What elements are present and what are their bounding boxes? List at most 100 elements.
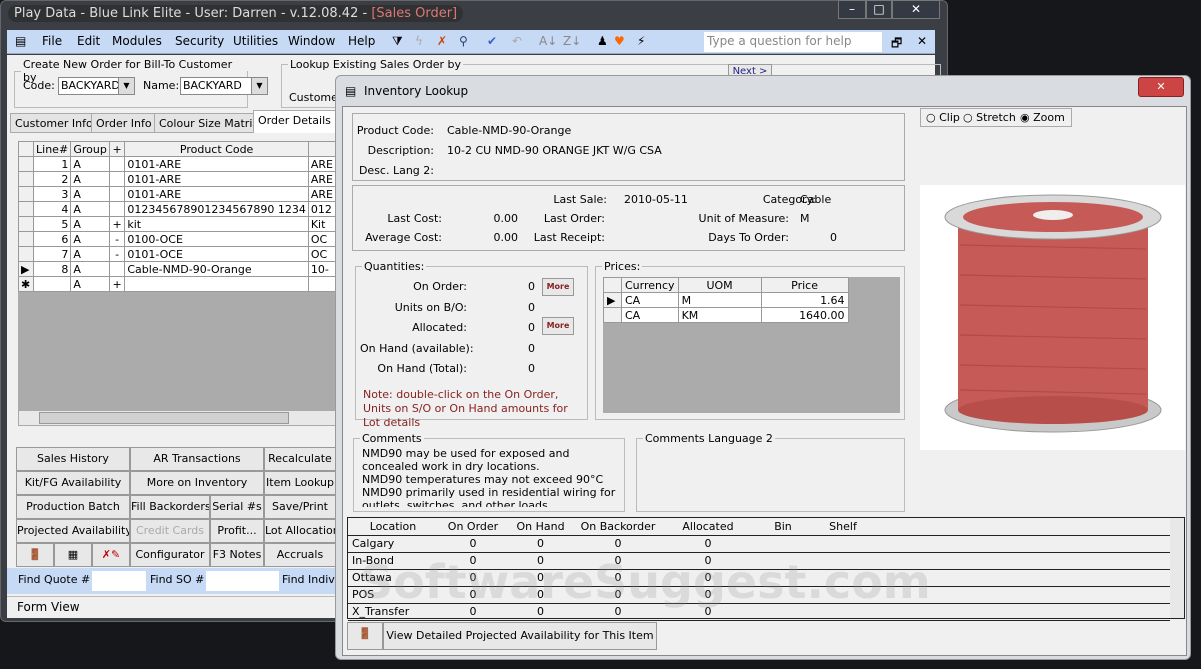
- menu-security[interactable]: Security: [175, 34, 224, 48]
- row-header[interactable]: [18, 156, 34, 172]
- button-kit-fg-availability[interactable]: Kit/FG Availability: [16, 471, 130, 495]
- grid-cell[interactable]: A: [70, 246, 110, 262]
- grid-cell[interactable]: kit: [124, 216, 309, 232]
- runner-icon[interactable]: ⚡: [637, 34, 645, 48]
- price-cell[interactable]: KM: [677, 307, 762, 323]
- quantity-value[interactable]: 0: [528, 342, 535, 355]
- find-quote-input[interactable]: [92, 571, 146, 591]
- column-header[interactable]: On Order: [438, 518, 508, 536]
- name-combo[interactable]: BACKYARD ▼: [180, 77, 268, 95]
- button-fill-backorders[interactable]: Fill Backorders: [130, 495, 210, 519]
- maximize-button[interactable]: □: [866, 0, 892, 19]
- button-profit[interactable]: Profit...: [210, 519, 264, 543]
- row-header[interactable]: [18, 216, 34, 232]
- column-header[interactable]: Shelf: [813, 518, 873, 536]
- locations-grid[interactable]: Location On Order On Hand On Backorder Alloc…: [347, 517, 1185, 621]
- close-child-icon[interactable]: ✕: [917, 34, 927, 48]
- grid-cell[interactable]: A: [70, 156, 110, 172]
- new-record-icon[interactable]: ▦: [54, 543, 92, 567]
- grid-cell[interactable]: A: [70, 276, 110, 292]
- grid-cell[interactable]: A: [70, 186, 110, 202]
- row-header[interactable]: [18, 186, 34, 202]
- button-production-batch[interactable]: Production Batch: [16, 495, 130, 519]
- minimize-button[interactable]: –: [838, 0, 866, 19]
- grid-cell[interactable]: -: [108, 246, 126, 262]
- location-row[interactable]: Ottawa 0 0 0 0: [348, 569, 1170, 587]
- row-header[interactable]: [18, 171, 34, 187]
- grid-cell[interactable]: A: [70, 231, 110, 247]
- table-row[interactable]: ✱ A +: [18, 276, 337, 292]
- row-header[interactable]: ▶: [18, 261, 34, 277]
- spellcheck-icon[interactable]: ✔: [487, 34, 497, 48]
- heart-icon[interactable]: ♥: [614, 34, 625, 48]
- button-item-lookup[interactable]: Item Lookup: [264, 471, 336, 495]
- menu-window[interactable]: Window: [288, 34, 335, 48]
- restore-child-icon[interactable]: 🗗: [891, 34, 902, 55]
- grid-cell[interactable]: 4: [32, 201, 72, 217]
- row-header[interactable]: [603, 307, 622, 323]
- grid-cell[interactable]: 012: [307, 201, 337, 217]
- location-row[interactable]: X_Transfer 0 0 0 0: [348, 603, 1170, 621]
- grid-cell[interactable]: OC: [307, 246, 337, 262]
- vertical-scrollbar[interactable]: [1170, 518, 1184, 618]
- find-so-input[interactable]: [206, 571, 279, 591]
- button-lot-allocation[interactable]: Lot Allocation: [264, 519, 336, 543]
- row-header[interactable]: ▶: [603, 292, 622, 308]
- grid-cell[interactable]: Kit: [307, 216, 337, 232]
- button-credit-cards[interactable]: Credit Cards: [130, 519, 210, 543]
- horizontal-scrollbar[interactable]: [18, 410, 336, 426]
- price-cell[interactable]: 1640.00: [760, 307, 849, 323]
- table-row[interactable]: 3 A 0101-ARE ARE: [18, 186, 337, 202]
- button-serial-s[interactable]: Serial #s: [210, 495, 264, 519]
- grid-cell[interactable]: A: [70, 201, 110, 217]
- grid-cell[interactable]: [108, 201, 126, 217]
- undo-icon[interactable]: ↶: [512, 34, 522, 48]
- grid-cell[interactable]: A: [70, 216, 110, 232]
- person-icon[interactable]: ♟: [597, 34, 608, 48]
- sort-desc-icon[interactable]: Z↓: [563, 34, 581, 48]
- grid-cell[interactable]: 0101-OCE: [124, 246, 309, 262]
- grid-cell[interactable]: [124, 276, 309, 292]
- tab-order-info[interactable]: Order Info: [91, 113, 157, 133]
- tab-customer-info[interactable]: Customer Info: [10, 113, 98, 133]
- help-search-input[interactable]: Type a question for help: [704, 32, 882, 52]
- grid-cell[interactable]: 0100-OCE: [124, 231, 309, 247]
- grid-cell[interactable]: 0101-ARE: [124, 156, 309, 172]
- table-row[interactable]: 7 A -0101-OCE OC: [18, 246, 337, 262]
- allocated-more-button[interactable]: More: [542, 317, 574, 335]
- table-row[interactable]: 6 A -0100-OCE OC: [18, 231, 337, 247]
- column-header[interactable]: Allocated: [663, 518, 753, 536]
- menu-file[interactable]: File: [42, 34, 62, 48]
- grid-cell[interactable]: 6: [32, 231, 72, 247]
- exit-door-icon[interactable]: 🚪: [16, 543, 54, 567]
- menu-help[interactable]: Help: [348, 34, 375, 48]
- radio-clip[interactable]: ○ Clip: [926, 111, 960, 124]
- exit-door-icon[interactable]: 🚪: [347, 622, 383, 650]
- grid-cell[interactable]: 7: [32, 246, 72, 262]
- table-row[interactable]: 1 A 0101-ARE ARE: [18, 156, 337, 172]
- table-row[interactable]: 4 A 012345678901234567890 1234 012: [18, 201, 337, 217]
- column-header[interactable]: Bin: [753, 518, 813, 536]
- location-row[interactable]: POS 0 0 0 0: [348, 586, 1170, 604]
- price-cell[interactable]: CA: [621, 307, 679, 323]
- grid-cell[interactable]: A: [70, 171, 110, 187]
- grid-cell[interactable]: 0101-ARE: [124, 171, 309, 187]
- delete-edit-icon[interactable]: ✗✎: [92, 543, 130, 567]
- grid-cell[interactable]: 3: [32, 186, 72, 202]
- on-order-more-button[interactable]: More: [542, 278, 574, 296]
- filter-apply-icon[interactable]: ϟ: [415, 34, 423, 48]
- comments-text[interactable]: NMD90 may be used for exposed and concea…: [354, 445, 624, 507]
- grid-cell[interactable]: 0101-ARE: [124, 186, 309, 202]
- quantity-value[interactable]: 0: [528, 301, 535, 314]
- grid-cell[interactable]: +: [108, 216, 126, 232]
- button-projected-availability[interactable]: Projected Availability: [16, 519, 130, 543]
- button-recalculate[interactable]: Recalculate: [264, 447, 336, 471]
- price-cell[interactable]: 1.64: [760, 292, 849, 308]
- grid-cell[interactable]: +: [108, 276, 126, 292]
- grid-cell[interactable]: ARE: [307, 156, 337, 172]
- grid-cell[interactable]: [108, 261, 126, 277]
- button-accruals[interactable]: Accruals: [264, 543, 336, 567]
- close-button[interactable]: ✕: [892, 0, 940, 19]
- button-ar-transactions[interactable]: AR Transactions: [130, 447, 264, 471]
- row-header[interactable]: [18, 246, 34, 262]
